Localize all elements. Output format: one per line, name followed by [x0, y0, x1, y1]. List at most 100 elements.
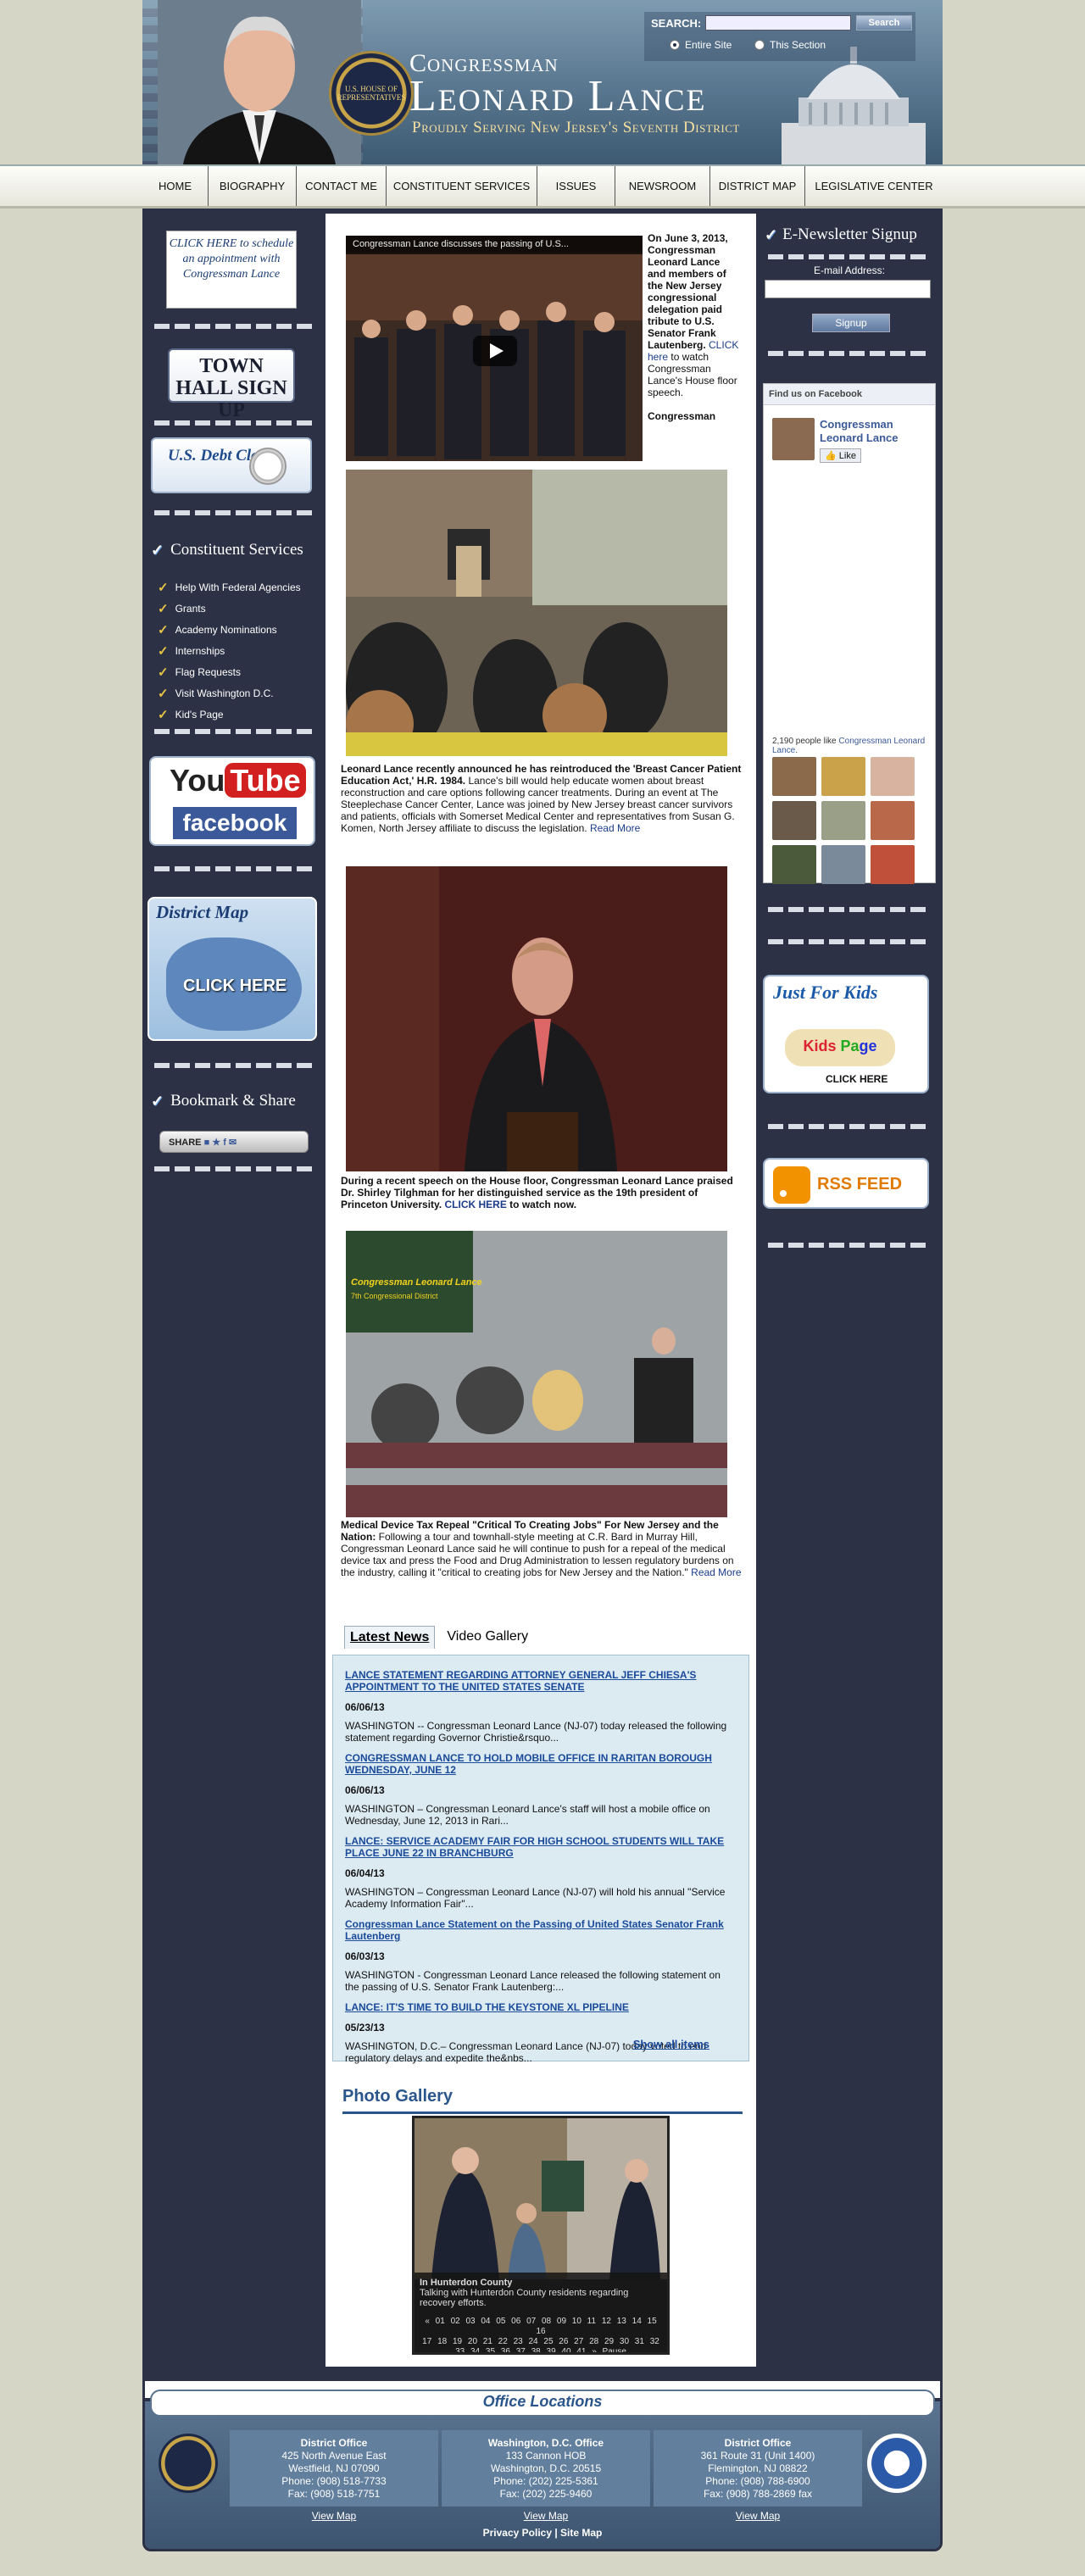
avatar[interactable]: [772, 757, 816, 796]
house-floor-speech-photo: [346, 866, 727, 1171]
link-internships[interactable]: Internships: [175, 645, 225, 657]
search-option-entire-site[interactable]: Entire Site: [670, 39, 732, 51]
nav-legislative-center[interactable]: LEGISLATIVE CENTER: [805, 166, 943, 206]
town-hall-signup-button[interactable]: TOWN HALL SIGN UP: [168, 348, 295, 421]
read-more-link[interactable]: Read More: [590, 822, 640, 834]
link-help-federal-agencies[interactable]: Help With Federal Agencies: [175, 581, 301, 593]
email-field[interactable]: [765, 280, 931, 298]
news-headline[interactable]: LANCE: SERVICE ACADEMY FAIR FOR HIGH SCH…: [345, 1835, 737, 1859]
nav-home[interactable]: HOME: [142, 166, 209, 206]
story-tilghman: During a recent speech on the House floo…: [341, 1175, 733, 1210]
radio-icon[interactable]: [754, 40, 765, 50]
video-title[interactable]: Congressman Lance discusses the passing …: [346, 236, 643, 254]
news-headline[interactable]: Congressman Lance Statement on the Passi…: [345, 1918, 737, 1942]
signup-button[interactable]: Signup: [812, 314, 890, 332]
view-map-link[interactable]: View Map: [654, 2510, 862, 2522]
divider: [154, 729, 314, 734]
read-more-link[interactable]: Read More: [691, 1566, 741, 1578]
nav-newsroom[interactable]: NEWSROOM: [615, 166, 710, 206]
nav-district-map[interactable]: DISTRICT MAP: [710, 166, 805, 206]
privacy-policy-link[interactable]: Privacy Policy: [483, 2527, 552, 2539]
checkmark-icon: ✓: [765, 225, 778, 243]
gallery-photo[interactable]: [415, 2118, 667, 2279]
radio-icon[interactable]: [670, 40, 680, 50]
avatar[interactable]: [772, 801, 816, 840]
header-name[interactable]: Leonard Lance: [409, 71, 707, 121]
site-map-link[interactable]: Site Map: [560, 2527, 602, 2539]
view-map-link[interactable]: View Map: [230, 2510, 438, 2522]
divider: [154, 1063, 314, 1068]
news-date: 06/06/13: [345, 1784, 385, 1796]
news-headline[interactable]: LANCE STATEMENT REGARDING ATTORNEY GENER…: [345, 1669, 737, 1693]
divider: [768, 1243, 931, 1248]
constituent-services-heading: ✓ Constituent Services: [151, 541, 303, 559]
checkmark-icon: ✓: [151, 541, 164, 559]
avatar[interactable]: [871, 757, 915, 796]
nav-contact-me[interactable]: CONTACT ME: [297, 166, 387, 206]
link-grants[interactable]: Grants: [175, 603, 206, 615]
link-kids-page[interactable]: Kid's Page: [175, 709, 224, 721]
youtube-logo[interactable]: You Tube: [170, 763, 306, 802]
avatar[interactable]: [821, 801, 865, 840]
avatar[interactable]: [821, 845, 865, 884]
checkmark-icon: ✓: [151, 1092, 164, 1110]
kids-page-link[interactable]: Just For Kids Kids Page CLICK HERE: [763, 975, 929, 1093]
house-seal: U.S. HOUSE OF REPRESENTATIVES: [329, 51, 414, 136]
news-date: 05/23/13: [345, 2022, 385, 2034]
nav-issues[interactable]: ISSUES: [537, 166, 615, 206]
avatar[interactable]: [821, 757, 865, 796]
email-label: E-mail Address:: [813, 264, 886, 276]
social-media-box: You Tube facebook: [149, 756, 315, 846]
rss-feed-link[interactable]: RSS FEED: [763, 1158, 929, 1209]
video-player[interactable]: Congressman Lance discusses the passing …: [346, 236, 643, 461]
divider: [768, 254, 931, 259]
news-headline[interactable]: LANCE: IT'S TIME TO BUILD THE KEYSTONE X…: [345, 2001, 737, 2013]
district-map-cta: CLICK HERE: [183, 976, 287, 995]
main-content: Congressman Lance discusses the passing …: [326, 214, 756, 2367]
avatar[interactable]: [871, 801, 915, 840]
district-map-link[interactable]: District Map CLICK HERE: [147, 897, 317, 1041]
kids-page-badge: Kids Page: [785, 1029, 895, 1066]
cr-bard-townhall-photo: Congressman Leonard Lance 7th Congressio…: [346, 1231, 727, 1517]
footer: Office Locations District Office 425 Nor…: [142, 2378, 943, 2551]
debt-clock-link[interactable]: U.S. Debt Clock: [151, 437, 312, 493]
news-summary: WASHINGTON - Congressman Leonard Lance r…: [345, 1969, 721, 1993]
divider: [768, 907, 931, 912]
link-visit-washington[interactable]: Visit Washington D.C.: [175, 687, 274, 699]
click-here-link[interactable]: CLICK HERE: [444, 1199, 506, 1210]
show-all-items-link[interactable]: Show all items: [633, 2038, 709, 2050]
divider: [154, 1166, 314, 1171]
search-button[interactable]: Search: [856, 15, 912, 31]
facebook-logo[interactable]: facebook: [173, 807, 297, 839]
avatar[interactable]: [772, 845, 816, 884]
story-medical-device-tax: Medical Device Tax Repeal "Critical To C…: [341, 1519, 742, 1578]
link-flag-requests[interactable]: Flag Requests: [175, 666, 241, 678]
facebook-page-name[interactable]: Congressman Leonard Lance: [820, 418, 935, 445]
facebook-like-button[interactable]: 👍 Like: [820, 448, 861, 463]
avatar[interactable]: [871, 845, 915, 884]
view-map-link[interactable]: View Map: [442, 2510, 650, 2522]
nav-constituent-services[interactable]: CONSTITUENT SERVICES: [387, 166, 537, 206]
appointment-link[interactable]: CLICK HERE to schedule an appointment wi…: [166, 231, 297, 309]
gallery-pagination[interactable]: « 01 02 03 04 05 06 07 08 09 10 11 12 13…: [420, 2317, 662, 2352]
share-button[interactable]: SHARE ■ ★ f ✉: [159, 1131, 309, 1153]
services-list: ✓ Help With Federal Agencies ✓ Grants ✓ Aca…: [158, 576, 301, 725]
search-option-this-section[interactable]: This Section: [754, 39, 826, 51]
news-date: 06/04/13: [345, 1867, 385, 1879]
link-academy-nominations[interactable]: Academy Nominations: [175, 624, 277, 636]
office-westfield: District Office 425 North Avenue East We…: [230, 2430, 438, 2506]
steeplechase-event-photo: [346, 470, 727, 756]
facebook-widget-header: Find us on Facebook: [764, 384, 935, 405]
divider: [154, 420, 314, 426]
news-date: 06/06/13: [345, 1701, 385, 1713]
checkmark-icon: ✓: [158, 643, 169, 659]
tab-latest-news[interactable]: Latest News: [344, 1626, 436, 1649]
footer-links: Privacy Policy | Site Map: [145, 2527, 940, 2539]
news-item: CONGRESSMAN LANCE TO HOLD MOBILE OFFICE …: [345, 1752, 737, 1827]
tab-video-gallery[interactable]: Video Gallery: [442, 1626, 533, 1649]
nav-biography[interactable]: BIOGRAPHY: [209, 166, 297, 206]
news-headline[interactable]: CONGRESSMAN LANCE TO HOLD MOBILE OFFICE …: [345, 1752, 737, 1776]
play-icon[interactable]: [473, 336, 517, 366]
search-input[interactable]: [705, 15, 851, 31]
avatar[interactable]: [772, 418, 815, 460]
